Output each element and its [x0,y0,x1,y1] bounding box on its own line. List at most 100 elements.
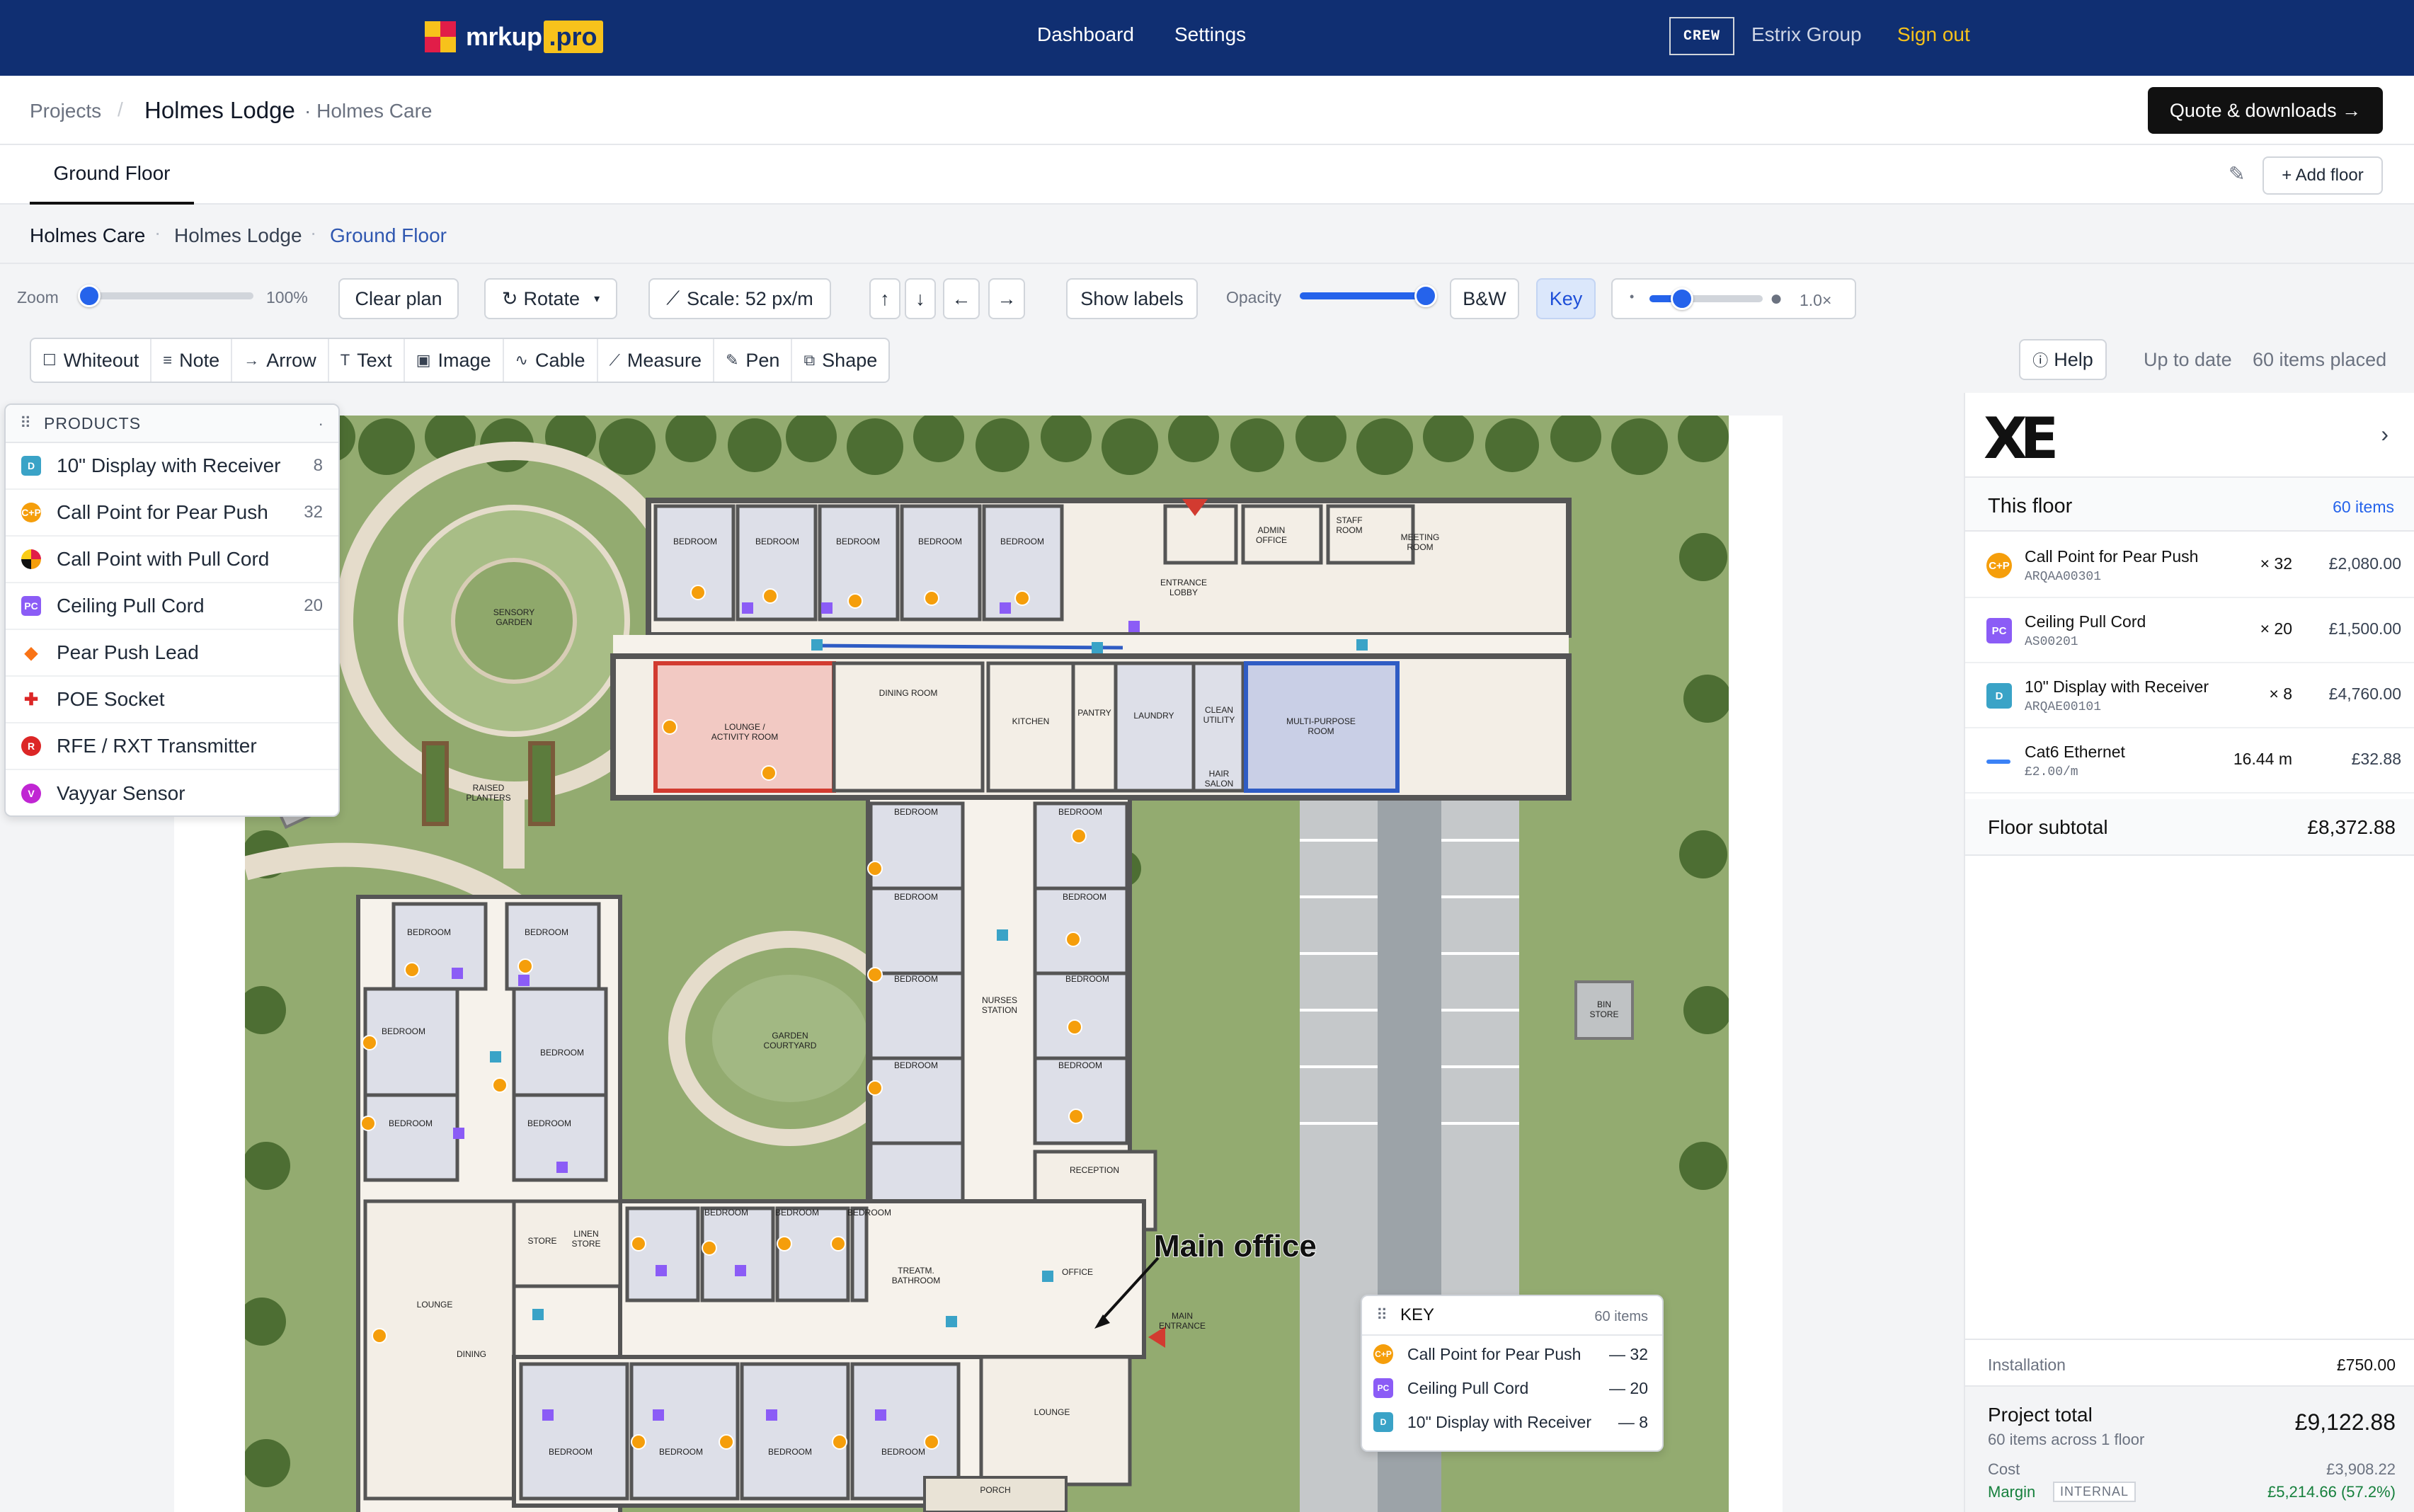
items-placed-count: 60 items placed [2253,349,2387,370]
key-item-icon: C+P [1373,1344,1393,1364]
tool-shape[interactable]: ⧉ Shape [792,339,888,382]
key-count: — 8 [1618,1412,1648,1431]
tool-arrow[interactable]: → Arrow [232,339,329,382]
key-count: — 32 [1609,1344,1648,1363]
path-floor[interactable]: Ground Floor [330,224,447,247]
quote-downloads-button[interactable]: Quote & downloads → [2148,87,2383,134]
key-header[interactable]: ⠿ KEY 60 items [1362,1296,1662,1336]
product-item[interactable]: R RFE / RXT Transmitter [6,723,338,770]
svg-text:NURSES: NURSES [982,995,1017,1005]
path-client[interactable]: Holmes Care [30,224,145,247]
svg-text:ADMIN: ADMIN [1258,525,1286,535]
line-item-name: Cat6 Ethernet [2025,743,2125,761]
chevron-down-icon: ▾ [594,293,600,305]
plan-canvas[interactable]: Main office BEDROOM BEDROOM BEDROOM BEDR… [0,393,1964,1512]
tab-ground-floor[interactable]: Ground Floor [30,145,194,205]
nav-dashboard-link[interactable]: Dashboard [1037,23,1134,46]
app-logo[interactable]: mrkup .pro [425,18,603,55]
floor-tabs: Ground Floor ✎ + Add floor [0,145,2414,205]
marker-size-slider[interactable] [1649,287,1763,310]
product-label: Vayyar Sensor [57,782,185,804]
nudge-down-button[interactable]: ↓ [905,278,936,319]
svg-text:BEDROOM: BEDROOM [659,1447,703,1457]
svg-text:BEDROOM: BEDROOM [894,892,938,902]
zoom-slider[interactable] [78,285,253,307]
key-label: Ceiling Pull Cord [1407,1378,1529,1397]
nudge-right-button[interactable]: → [988,278,1025,319]
svg-text:MULTI-PURPOSE: MULTI-PURPOSE [1286,716,1356,726]
line-item-qty: × 32 [2260,554,2292,573]
tool-note[interactable]: ≡ Note [151,339,233,382]
breadcrumb-projects[interactable]: Projects [30,100,101,122]
add-floor-button[interactable]: + Add floor [2263,156,2383,195]
clear-plan-button[interactable]: Clear plan [338,278,459,319]
product-item[interactable]: Call Point with Pull Cord [6,537,338,583]
svg-text:ACTIVITY ROOM: ACTIVITY ROOM [711,732,778,742]
product-item[interactable]: D 10" Display with Receiver 8 [6,443,338,490]
cost-label: Cost [1988,1460,2020,1478]
svg-text:BEDROOM: BEDROOM [1058,807,1102,817]
help-button[interactable]: ⓘ Help [2019,339,2107,380]
opacity-slider[interactable] [1300,285,1437,307]
nav-settings-link[interactable]: Settings [1174,23,1246,46]
collapse-dot-icon[interactable]: · [318,414,324,433]
line-item-row: D 10" Display with Receiver ARQAE00101 × 8 £… [1965,663,2414,728]
svg-text:BEDROOM: BEDROOM [673,537,717,546]
product-item[interactable]: C+P Call Point for Pear Push 32 [6,490,338,537]
line-item-code: AS00201 [2025,635,2078,649]
tool-pen[interactable]: ✎ Pen [714,339,793,382]
svg-text:BEDROOM: BEDROOM [894,974,938,984]
top-navbar: mrkup .pro Dashboard Settings CREW Estri… [0,0,2414,76]
nudge-up-button[interactable]: ↑ [869,278,900,319]
tool-cable[interactable]: ∿ Cable [504,339,598,382]
scale-button[interactable]: ⟋ Scale: 52 px/m [648,278,831,319]
products-panel-header[interactable]: ⠿ PRODUCTS · [6,405,338,443]
product-item[interactable]: ◆ Pear Push Lead [6,630,338,677]
line-item-row: PC Ceiling Pull Cord AS00201 × 20 £1,500.00 [1965,598,2414,663]
tool-label: Shape [822,349,878,371]
tool-image[interactable]: ▣ Image [405,339,504,382]
zoom-slider-knob[interactable] [78,285,101,307]
svg-text:BEDROOM: BEDROOM [1000,537,1044,546]
tool-label: Whiteout [63,349,139,371]
drag-handle-icon[interactable]: ⠿ [20,414,33,433]
svg-text:STAFF: STAFF [1336,515,1362,525]
tool-label: Measure [627,349,702,371]
path-dot: · [310,222,317,244]
svg-text:BEDROOM: BEDROOM [382,1026,425,1036]
edit-pencil-icon[interactable]: ✎ [2229,162,2253,186]
product-item[interactable]: PC Ceiling Pull Cord 20 [6,583,338,630]
tool-measure[interactable]: ⟋ Measure [598,339,714,382]
nudge-left-button[interactable]: ← [943,278,980,319]
key-row: C+P Call Point for Pear Push — 32 [1362,1339,1662,1370]
svg-text:OFFICE: OFFICE [1256,535,1287,545]
rotate-button[interactable]: ↻ Rotate ▾ [484,278,617,319]
product-item[interactable]: ✚ POE Socket [6,677,338,723]
svg-text:ENTRANCE: ENTRANCE [1160,578,1207,588]
tool-label: Arrow [266,349,316,371]
this-floor-count[interactable]: 60 items [2333,498,2394,517]
bw-toggle-button[interactable]: B&W [1450,278,1519,319]
drag-handle-icon[interactable]: ⠿ [1376,1306,1389,1324]
show-labels-button[interactable]: Show labels [1066,278,1198,319]
sign-out-link[interactable]: Sign out [1897,23,1970,46]
tool-whiteout[interactable]: ☐ Whiteout [31,339,152,382]
opacity-slider-knob[interactable] [1414,285,1437,307]
tool-text[interactable]: T Text [329,339,405,382]
svg-text:ROOM: ROOM [1308,726,1334,736]
quote-summary-panel: XE › This floor 60 items C+P Call Point f… [1964,393,2414,1512]
path-project[interactable]: Holmes Lodge [174,224,302,247]
svg-text:BEDROOM: BEDROOM [549,1447,593,1457]
drawing-tools: ☐ Whiteout ≡ Note → Arrow T Text ▣ Image ∿ Cable ⟋ Me… [30,338,891,383]
svg-text:TREATM.: TREATM. [898,1266,934,1276]
svg-text:PLANTERS: PLANTERS [466,793,510,803]
small-dot-icon: • [1630,290,1635,304]
svg-text:BEDROOM: BEDROOM [1063,892,1106,902]
chevron-right-icon[interactable]: › [2381,421,2389,447]
key-toggle-button[interactable]: Key [1536,278,1596,319]
product-count: 32 [304,503,323,522]
marker-size-knob[interactable] [1671,287,1693,310]
line-item-row: Cat6 Ethernet £2.00/m 16.44 m £32.88 [1965,728,2414,794]
svg-text:PORCH: PORCH [980,1485,1010,1495]
product-item[interactable]: V Vayyar Sensor [6,770,338,817]
